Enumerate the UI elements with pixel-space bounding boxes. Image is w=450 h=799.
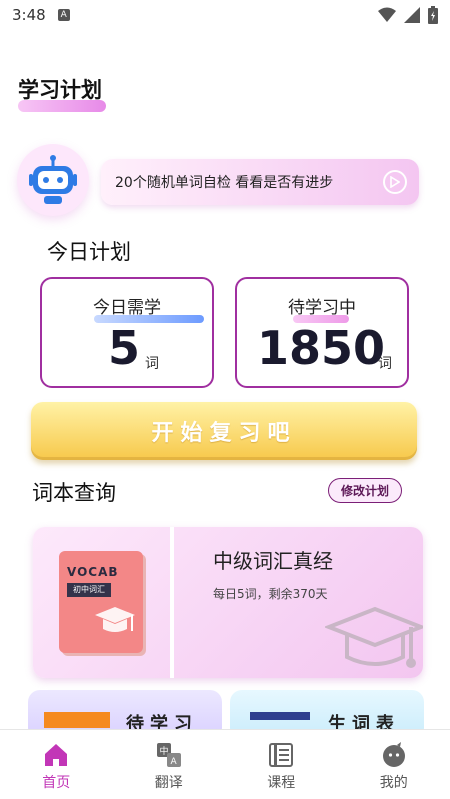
wifi-icon (378, 7, 396, 22)
pending-plan-card: 待学习中 1850 词 (235, 277, 409, 388)
banner-text: 20个随机单词自检 看看是否有进步 (115, 175, 334, 191)
pending-count: 1850 (257, 321, 386, 375)
card-divider (170, 527, 174, 678)
tab-home[interactable]: 首页 (0, 730, 113, 799)
book-title: 中级词汇真经 (213, 549, 333, 573)
robot-icon (29, 155, 77, 204)
book-cover-level: 初中词汇 (67, 583, 111, 597)
status-icons (378, 6, 438, 24)
notification-icon: A (57, 9, 70, 21)
pending-label: 待学习中 (288, 298, 356, 318)
to-learn-icon (44, 712, 110, 728)
book-cover-word: VOCAB (67, 565, 119, 579)
start-review-button[interactable]: 开始复习吧 (31, 402, 417, 460)
today-count: 5 (108, 321, 141, 375)
status-time: 3:48 (12, 6, 46, 24)
tab-profile-label: 我的 (379, 775, 408, 791)
tab-translate-label: 翻译 (154, 775, 183, 791)
svg-text:中: 中 (159, 745, 168, 757)
tab-home-label: 首页 (42, 775, 71, 791)
battery-icon (428, 6, 438, 24)
play-icon[interactable] (383, 170, 407, 194)
modify-plan-button[interactable]: 修改计划 (328, 478, 402, 503)
course-icon (269, 743, 294, 767)
bottom-tab-bar: 首页 中A 翻译 课程 我的 (0, 729, 450, 799)
home-icon (45, 744, 68, 766)
new-words-icon (250, 712, 310, 720)
self-test-banner[interactable]: 20个随机单词自检 看看是否有进步 (101, 159, 419, 205)
profile-icon (382, 742, 405, 767)
tab-translate[interactable]: 中A 翻译 (113, 730, 226, 799)
plan-title: 今日计划 (47, 240, 131, 264)
today-label: 今日需学 (93, 298, 161, 318)
lookup-title: 词本查询 (32, 481, 116, 505)
status-bar: 3:48 A (0, 0, 450, 30)
today-unit: 词 (145, 356, 159, 372)
pending-unit: 词 (378, 356, 392, 372)
today-plan-card: 今日需学 5 词 (40, 277, 214, 388)
page-title: 学习计划 (18, 78, 102, 102)
translate-icon: 中A (156, 743, 181, 767)
book-subtitle: 每日5词，剩余370天 (213, 587, 328, 601)
book-cover: VOCAB 初中词汇 (59, 551, 143, 653)
tab-course-label: 课程 (267, 775, 296, 791)
robot-avatar[interactable] (17, 144, 89, 216)
signal-icon (404, 7, 420, 23)
graduation-cap-icon (95, 607, 135, 632)
vocab-book-card[interactable]: VOCAB 初中词汇 中级词汇真经 每日5词，剩余370天 (33, 527, 423, 678)
graduation-cap-icon (325, 606, 423, 668)
tab-course[interactable]: 课程 (225, 730, 338, 799)
tab-profile[interactable]: 我的 (338, 730, 450, 799)
svg-text:A: A (170, 757, 177, 767)
